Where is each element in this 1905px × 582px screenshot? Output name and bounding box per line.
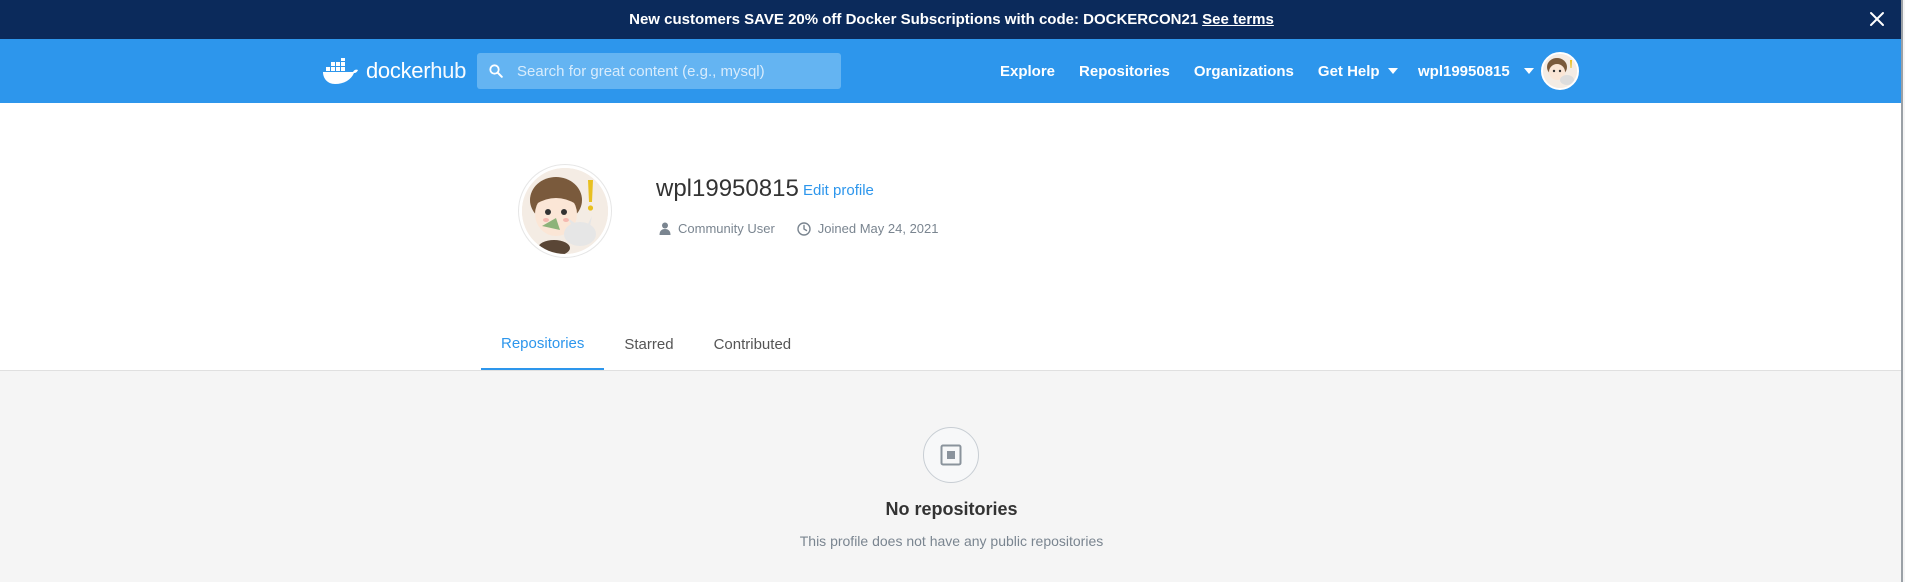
edit-profile-link[interactable]: Edit profile [803,182,874,199]
repository-box-icon [923,427,979,483]
tab-contributed[interactable]: Contributed [694,318,812,370]
promo-banner: New customers SAVE 20% off Docker Subscr… [0,0,1903,39]
nav-organizations[interactable]: Organizations [1194,63,1294,80]
window-edge [1901,0,1903,582]
promo-text: New customers SAVE 20% off Docker Subscr… [629,11,1199,28]
search-bar[interactable] [477,53,841,89]
user-type-label: Community User [678,221,775,236]
user-icon [659,222,671,235]
logo-text: dockerhub [366,58,467,83]
avatar[interactable] [1541,52,1579,90]
top-navigation: dockerhub Explore Repositories Organizat… [0,39,1903,103]
nav-explore[interactable]: Explore [1000,63,1055,80]
docker-whale-icon [323,58,358,84]
nav-get-help[interactable]: Get Help [1318,63,1398,80]
get-help-label: Get Help [1317,62,1380,80]
profile-tabs: Repositories Starred Contributed [481,318,811,370]
user-type: Community User [659,221,775,236]
join-date: Joined May 24, 2021 [797,221,939,236]
nav-username: wpl19950815 [1418,62,1510,80]
tab-starred[interactable]: Starred [604,318,693,370]
profile-header: wpl19950815 Edit profile Community User … [0,103,1903,371]
docker-hub-logo[interactable]: dockerhub [322,55,466,87]
search-input[interactable] [515,61,839,81]
empty-title: No repositories [885,499,1018,519]
profile-meta: Community User Joined May 24, 2021 [659,221,961,236]
empty-subtitle: This profile does not have any public re… [799,533,1104,549]
profile-username: wpl19950815 [656,175,799,202]
tab-repositories[interactable]: Repositories [481,318,605,370]
chevron-down-icon [1387,68,1398,74]
search-icon [489,64,503,78]
clock-icon [797,221,811,236]
empty-state: No repositories This profile does not ha… [0,371,1903,582]
chevron-down-icon [1523,68,1534,74]
join-date-label: Joined May 24, 2021 [817,221,939,236]
nav-links: Explore Repositories Organizations Get H… [1000,39,1422,103]
nav-repositories[interactable]: Repositories [1079,63,1170,80]
user-menu[interactable]: wpl19950815 [1418,39,1534,103]
close-icon[interactable] [1865,7,1889,31]
see-terms-link[interactable]: See terms [1202,11,1274,28]
profile-avatar [519,165,611,257]
docker-hub-profile-page: New customers SAVE 20% off Docker Subscr… [0,0,1903,582]
